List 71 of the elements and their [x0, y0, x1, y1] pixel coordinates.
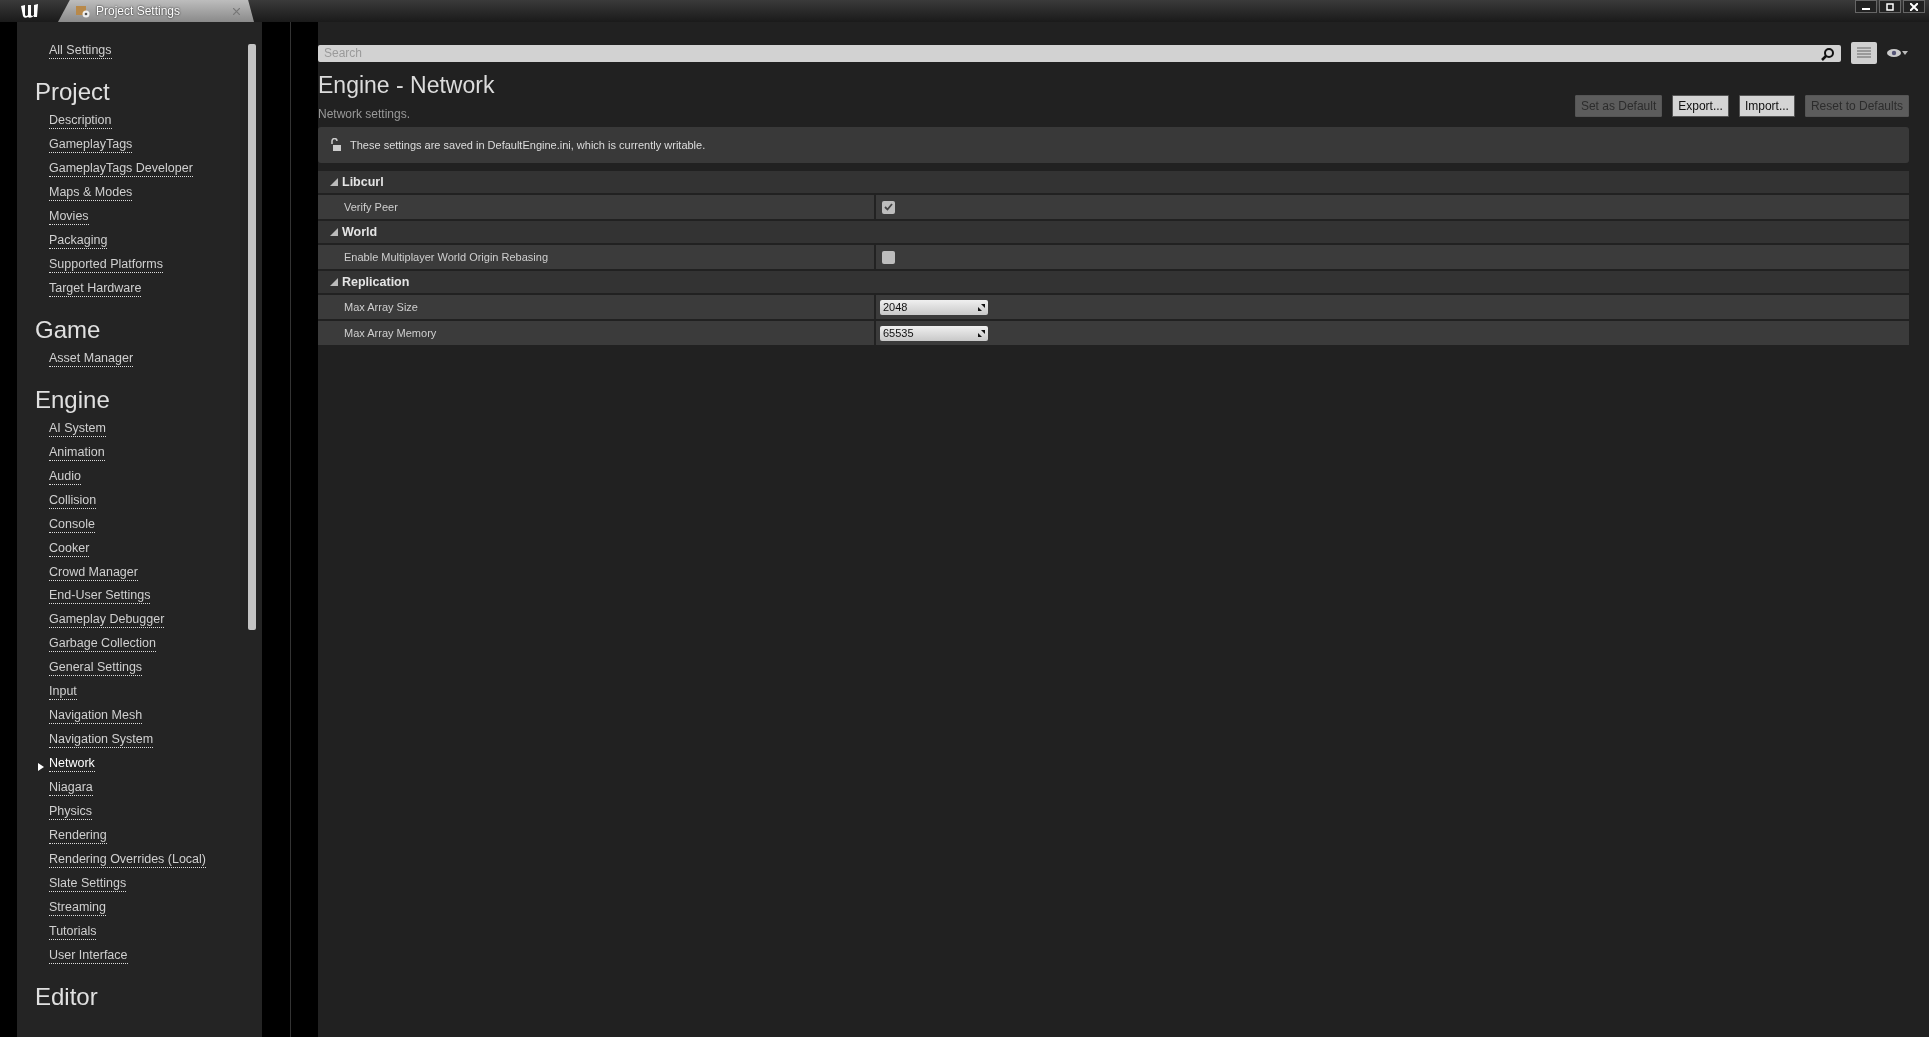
- view-options-button[interactable]: [1887, 48, 1909, 58]
- settings-link[interactable]: Rendering Overrides (Local): [49, 851, 206, 869]
- section-heading: Editor: [35, 982, 99, 1011]
- settings-link[interactable]: Rendering: [49, 827, 107, 845]
- number-field[interactable]: 2048: [880, 299, 988, 315]
- settings-link[interactable]: Slate Settings: [49, 875, 127, 893]
- settings-link[interactable]: GameplayTags Developer: [49, 159, 193, 177]
- list-icon: [1857, 47, 1871, 59]
- number-field[interactable]: 65535: [880, 325, 988, 341]
- restore-button[interactable]: [1879, 0, 1901, 13]
- settings-link[interactable]: Supported Platforms: [49, 255, 163, 273]
- section-heading: Game: [35, 315, 102, 344]
- resize-arrows-icon: [978, 303, 985, 311]
- settings-link[interactable]: Physics: [49, 803, 93, 821]
- settings-link[interactable]: Network: [49, 755, 95, 773]
- settings-link[interactable]: User Interface: [49, 947, 128, 964]
- search-field[interactable]: Search: [318, 44, 1841, 62]
- engine-logo-icon[interactable]: [18, 2, 40, 20]
- unlocked-padlock-icon: [330, 138, 342, 152]
- settings-link[interactable]: Collision: [49, 491, 97, 509]
- property-label: Enable Multiplayer World Origin Rebasing: [318, 245, 876, 269]
- settings-link[interactable]: Navigation System: [49, 731, 154, 749]
- checkbox[interactable]: [882, 250, 895, 264]
- settings-link[interactable]: End-User Settings: [49, 587, 151, 605]
- toolbar-button[interactable]: Import...: [1738, 95, 1795, 117]
- close-icon: [1910, 2, 1918, 11]
- category-header[interactable]: World: [318, 221, 1909, 243]
- checkbox[interactable]: [882, 200, 895, 214]
- settings-link[interactable]: AI System: [49, 419, 106, 437]
- settings-link[interactable]: GameplayTags: [49, 135, 133, 153]
- category-header[interactable]: Libcurl: [318, 171, 1909, 193]
- section-heading: Project: [35, 77, 111, 106]
- toolbar-button[interactable]: Export...: [1672, 95, 1729, 117]
- settings-link[interactable]: Maps & Modes: [49, 183, 133, 201]
- section-heading: Engine: [35, 385, 111, 414]
- settings-link[interactable]: Audio: [49, 467, 81, 485]
- settings-link[interactable]: Tutorials: [49, 923, 97, 941]
- collapse-triangle-icon[interactable]: [330, 278, 338, 286]
- all-settings-link[interactable]: All Settings: [49, 42, 112, 59]
- property-label: Max Array Memory: [318, 321, 876, 345]
- settings-link[interactable]: Asset Manager: [49, 349, 134, 367]
- close-button[interactable]: [1903, 0, 1925, 13]
- settings-link[interactable]: Gameplay Debugger: [49, 611, 165, 629]
- resize-arrows-icon: [978, 329, 985, 337]
- settings-link[interactable]: Crowd Manager: [49, 563, 138, 581]
- minimize-button[interactable]: [1855, 0, 1877, 13]
- folder-gear-icon: [76, 4, 90, 18]
- scrollbar-thumb[interactable]: [248, 44, 256, 630]
- settings-link[interactable]: Streaming: [49, 899, 106, 917]
- settings-link[interactable]: Console: [49, 515, 95, 533]
- settings-link[interactable]: General Settings: [49, 659, 143, 677]
- settings-link[interactable]: Niagara: [49, 779, 93, 797]
- settings-link[interactable]: Animation: [49, 443, 105, 461]
- settings-link[interactable]: Navigation Mesh: [49, 707, 143, 725]
- page-subtitle: Network settings.: [318, 107, 412, 121]
- search-icon: [1821, 46, 1835, 61]
- property-label: Verify Peer: [318, 195, 876, 219]
- settings-link[interactable]: Description: [49, 111, 112, 129]
- page-title: Engine - Network: [318, 72, 495, 99]
- category-header[interactable]: Replication: [318, 271, 1909, 293]
- settings-link[interactable]: Target Hardware: [49, 279, 142, 297]
- settings-link[interactable]: Packaging: [49, 231, 108, 249]
- property-label: Max Array Size: [318, 295, 876, 319]
- collapse-triangle-icon[interactable]: [330, 178, 338, 186]
- notice-text: These settings are saved in DefaultEngine.ini, which is currently writable.: [350, 139, 706, 151]
- settings-link[interactable]: Cooker: [49, 539, 90, 557]
- collapse-triangle-icon[interactable]: [330, 228, 338, 236]
- restore-icon: [1886, 2, 1894, 11]
- settings-link[interactable]: Garbage Collection: [49, 635, 156, 653]
- settings-link[interactable]: Movies: [49, 207, 89, 225]
- settings-link[interactable]: Input: [49, 683, 77, 701]
